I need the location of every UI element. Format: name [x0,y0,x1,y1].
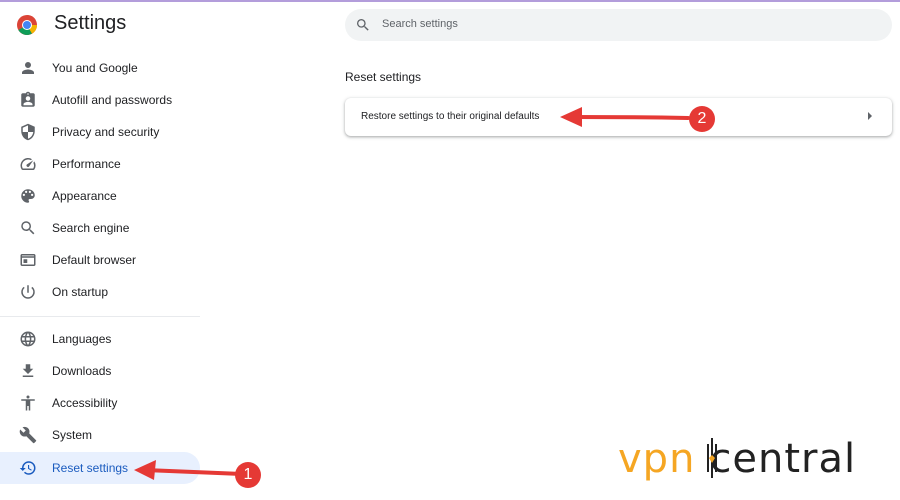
sidebar-item-label: System [52,428,93,442]
vpncentral-watermark: vpn central [618,436,856,482]
download-icon [19,362,37,380]
power-icon [19,283,37,301]
page-title: Settings [54,12,127,34]
sidebar-item-label: Languages [52,332,112,346]
speedometer-icon [19,155,37,173]
sidebar-item-downloads[interactable]: Downloads [0,355,200,387]
sidebar-item-performance[interactable]: Performance [0,148,200,180]
sidebar: You and Google Autofill and passwords Pr… [0,52,205,500]
chrome-logo-icon [16,14,38,36]
sidebar-item-label: Accessibility [52,396,118,410]
annotation-badge-1: 1 [235,462,261,488]
search-input[interactable]: Search settings [345,9,892,41]
sidebar-item-label: Appearance [52,189,117,203]
header: Settings Search settings [0,2,900,46]
search-icon [355,17,371,33]
sidebar-item-label: Autofill and passwords [52,93,173,107]
annotation-badge-2: 2 [689,106,715,132]
person-icon [19,59,37,77]
section-title: Reset settings [345,70,422,84]
sidebar-item-languages[interactable]: Languages [0,323,200,355]
sidebar-divider [0,316,200,317]
palette-icon [19,187,37,205]
sidebar-item-you-and-google[interactable]: You and Google [0,52,200,84]
sidebar-item-reset-settings[interactable]: Reset settings [0,452,200,484]
accessibility-icon [19,394,37,412]
globe-icon [19,330,37,348]
sidebar-item-label: Search engine [52,221,130,235]
sidebar-item-autofill[interactable]: Autofill and passwords [0,84,200,116]
browser-icon [19,251,37,269]
wrench-icon [19,426,37,444]
sidebar-item-search-engine[interactable]: Search engine [0,212,200,244]
sidebar-item-label: Reset settings [52,461,129,475]
sidebar-item-accessibility[interactable]: Accessibility [0,387,200,419]
chevron-right-icon [868,112,872,120]
sidebar-item-label: On startup [52,285,109,299]
sidebar-item-label: Default browser [52,253,137,267]
sidebar-item-label: Performance [52,157,121,171]
sidebar-item-on-startup[interactable]: On startup [0,276,200,308]
history-icon [19,459,37,477]
restore-defaults-label: Restore settings to their original defau… [361,111,540,122]
clipboard-icon [19,91,37,109]
sidebar-item-label: Privacy and security [52,125,160,139]
sidebar-item-label: You and Google [52,61,138,75]
shield-icon [19,123,37,141]
sidebar-item-default-browser[interactable]: Default browser [0,244,200,276]
watermark-central: central [709,436,857,482]
search-icon [19,219,37,237]
sidebar-item-appearance[interactable]: Appearance [0,180,200,212]
sidebar-item-label: Downloads [52,364,112,378]
search-placeholder: Search settings [382,18,458,30]
watermark-divider-icon [707,438,717,478]
watermark-vpn: vpn [618,436,696,482]
restore-defaults-row[interactable]: Restore settings to their original defau… [345,98,892,136]
sidebar-item-system[interactable]: System [0,419,200,451]
sidebar-item-privacy[interactable]: Privacy and security [0,116,200,148]
